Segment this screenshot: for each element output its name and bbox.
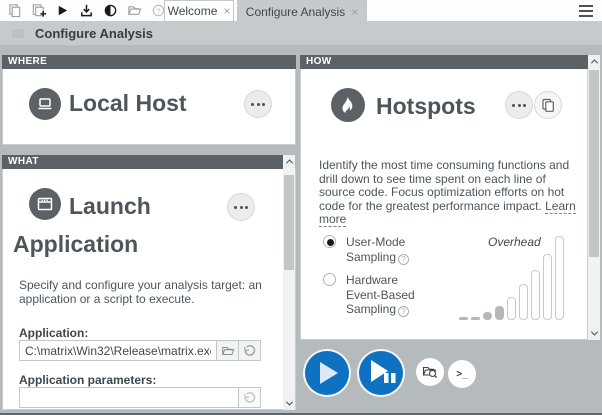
what-panel: Launch Application Specify and configure… — [2, 169, 296, 410]
where-title: Local Host — [69, 90, 187, 117]
application-label: Application: — [19, 326, 88, 340]
start-button[interactable] — [305, 351, 349, 395]
vtune-configure-analysis-window: ? Welcome × Configure Analysis × Configu… — [0, 0, 602, 415]
radio-icon[interactable] — [323, 273, 336, 286]
new-project-icon[interactable] — [30, 3, 46, 19]
page-heading-bar: Configure Analysis — [0, 22, 602, 45]
start-analysis-icon[interactable] — [54, 3, 70, 19]
what-options-button[interactable] — [227, 193, 255, 221]
content-area: WHERE Local Host WHAT Launch Application… — [0, 45, 602, 415]
overhead-chart-bars — [459, 236, 564, 320]
open-project-icon[interactable] — [6, 3, 22, 19]
overhead-bar — [543, 254, 552, 320]
local-host-icon — [29, 88, 61, 120]
overhead-bar — [495, 306, 504, 320]
start-paused-button[interactable] — [359, 351, 403, 395]
what-title: Launch Application — [13, 187, 229, 263]
open-result-icon[interactable] — [126, 3, 142, 19]
application-input[interactable] — [19, 340, 217, 361]
how-section-header: HOW — [300, 55, 588, 69]
what-scrollbar[interactable] — [283, 155, 295, 410]
copy-analysis-button[interactable] — [534, 91, 562, 119]
radio-hardware-event-based-sampling[interactable]: Hardware Event-Based Sampling? — [323, 273, 434, 317]
scroll-down-icon[interactable] — [588, 327, 600, 340]
tab-label: Configure Analysis — [246, 5, 345, 19]
scroll-up-icon[interactable] — [283, 155, 295, 168]
tab-welcome[interactable]: Welcome × — [164, 0, 234, 22]
where-section-header: WHERE — [2, 55, 296, 69]
svg-text:?: ? — [156, 6, 160, 15]
how-title: Hotspots — [376, 93, 476, 120]
how-scrollbar[interactable] — [588, 55, 600, 340]
overhead-bar — [483, 312, 492, 320]
compare-results-icon[interactable] — [102, 3, 118, 19]
tab-configure-analysis[interactable]: Configure Analysis × — [237, 0, 367, 22]
where-panel: Local Host — [2, 69, 296, 145]
overhead-bar — [519, 284, 528, 320]
scrollbar-thumb[interactable] — [589, 70, 599, 257]
tab-close-icon[interactable]: × — [223, 5, 230, 17]
hotspots-flame-icon — [331, 88, 365, 122]
where-options-button[interactable] — [244, 90, 272, 118]
radio-user-mode-sampling[interactable]: User-Mode Sampling? — [323, 235, 434, 265]
overhead-bar — [459, 317, 468, 320]
command-line-button[interactable]: >_ — [448, 360, 476, 388]
main-toolbar: ? Welcome × Configure Analysis × — [0, 0, 602, 22]
overhead-bar — [555, 236, 564, 320]
tab-label: Welcome — [168, 4, 218, 18]
scrollbar-thumb[interactable] — [284, 175, 294, 270]
tab-close-icon[interactable]: × — [351, 6, 358, 18]
overhead-bar — [507, 297, 516, 320]
application-parameters-label: Application parameters: — [19, 373, 156, 387]
project-icon — [12, 29, 24, 38]
what-description: Specify and configure your analysis targ… — [19, 279, 271, 306]
application-parameters-input[interactable] — [19, 387, 239, 408]
help-icon[interactable]: ? — [398, 254, 409, 265]
overhead-bar — [471, 317, 480, 320]
page-title: Configure Analysis — [35, 22, 153, 45]
what-section-header: WHAT — [2, 155, 283, 169]
how-options-button[interactable] — [505, 91, 533, 119]
help-icon[interactable]: ? — [398, 306, 409, 317]
how-description: Identify the most time consuming functio… — [319, 159, 581, 227]
browse-application-button[interactable] — [217, 340, 239, 361]
import-result-icon[interactable] — [78, 3, 94, 19]
overhead-bar — [531, 270, 540, 320]
scroll-up-icon[interactable] — [588, 55, 600, 68]
radio-icon[interactable] — [323, 235, 336, 248]
menu-icon[interactable] — [579, 5, 593, 17]
scroll-down-icon[interactable] — [283, 397, 295, 410]
how-panel: Hotspots Identify the most time consumin… — [300, 69, 588, 340]
open-result-button[interactable] — [416, 358, 444, 386]
reset-parameters-button[interactable] — [239, 387, 261, 408]
terminal-icon: >_ — [456, 369, 467, 380]
reset-application-button[interactable] — [239, 340, 261, 361]
